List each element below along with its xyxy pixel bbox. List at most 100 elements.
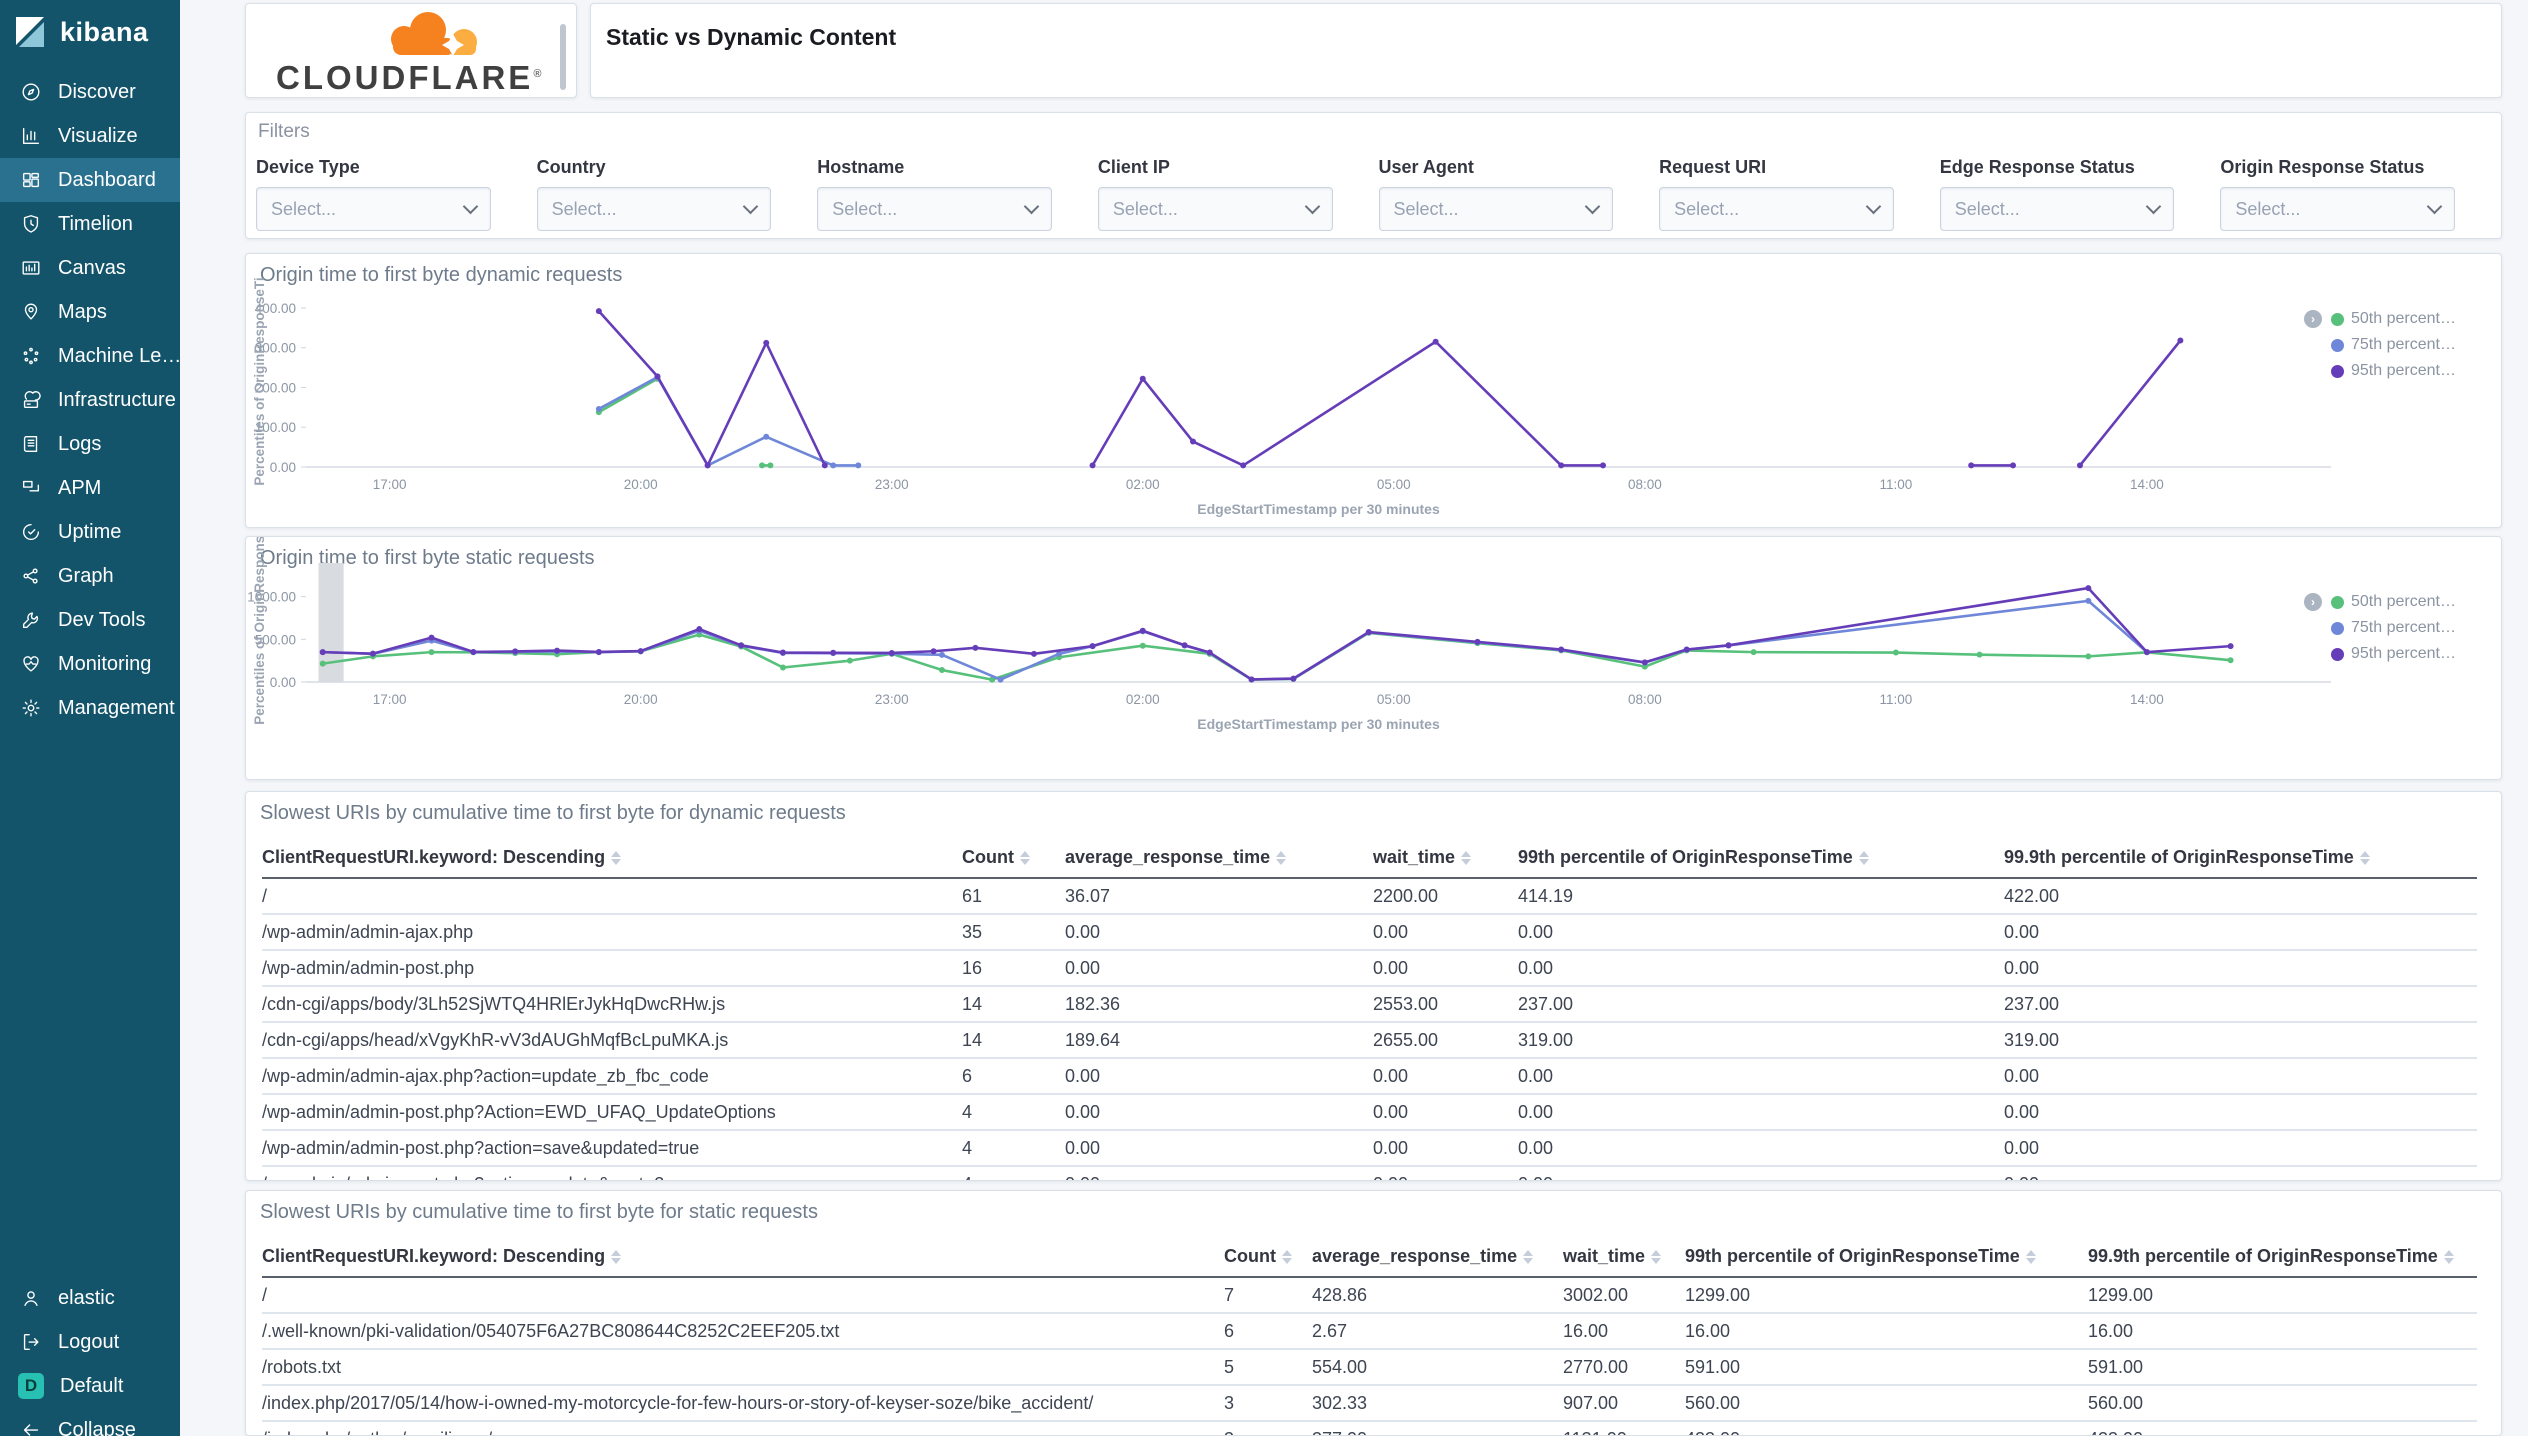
maps-icon <box>20 301 42 323</box>
filter-client-ip: Client IP Select... <box>1097 157 1333 231</box>
chevron-down-icon <box>1865 198 1882 215</box>
table-cell: 2655.00 <box>1373 1022 1518 1059</box>
legend-expand-icon[interactable]: › <box>2304 593 2322 611</box>
sidebar-item-graph[interactable]: Graph <box>0 554 180 598</box>
legend-item[interactable]: 95th percent… <box>2331 362 2489 380</box>
filter-select-hostname[interactable]: Select... <box>817 187 1052 231</box>
sidebar-item-logs[interactable]: Logs <box>0 422 180 466</box>
static-ttfb-chart-panel: 0.00 500.00 1000.00 17:00 20:00 23:00 02:00 05:… <box>245 536 2502 780</box>
filter-label: Request URI <box>1659 157 1767 177</box>
sidebar-item-dev-tools[interactable]: Dev Tools <box>0 598 180 642</box>
sidebar-item-label: Graph <box>58 564 114 587</box>
logout-icon <box>20 1331 42 1353</box>
table-cell: 591.00 <box>1685 1349 2088 1386</box>
panel-resize-handle[interactable] <box>560 24 566 90</box>
filter-select-client-ip[interactable]: Select... <box>1097 187 1333 231</box>
column-header[interactable]: Count <box>962 839 1065 879</box>
column-header-label: Count <box>962 847 1014 867</box>
sort-icon[interactable] <box>1276 851 1287 866</box>
column-header[interactable]: Count <box>1224 1238 1312 1278</box>
table-cell: 2.67 <box>1312 1313 1563 1350</box>
sidebar-item-machine-le[interactable]: Machine Le… <box>0 334 181 378</box>
filter-select-device-type[interactable]: Select... <box>256 187 491 231</box>
legend-item[interactable]: 95th percent… <box>2331 645 2489 663</box>
filter-select-origin-response-status[interactable]: Select... <box>2220 187 2455 231</box>
sidebar-item-discover[interactable]: Discover <box>0 70 180 114</box>
table-cell: 0.00 <box>2004 1166 2477 1180</box>
chevron-down-icon <box>462 198 478 215</box>
table-cell: 0.00 <box>1518 1094 2004 1131</box>
sort-icon[interactable] <box>611 851 622 866</box>
sort-icon[interactable] <box>2025 1250 2036 1265</box>
table-cell: 377.00 <box>1312 1421 1563 1435</box>
column-header-label: 99th percentile of OriginResponseTime <box>1518 847 1853 867</box>
monitoring-icon <box>20 653 42 675</box>
sidebar-item-label: Uptime <box>58 520 122 543</box>
filter-select-user-agent[interactable]: Select... <box>1378 187 1614 231</box>
sort-icon[interactable] <box>1523 1250 1534 1265</box>
sort-icon[interactable] <box>1281 1250 1292 1265</box>
sort-icon[interactable] <box>1651 1250 1662 1265</box>
column-header[interactable]: wait_time <box>1563 1238 1685 1278</box>
sidebar-item-uptime[interactable]: Uptime <box>0 510 180 554</box>
table-cell: / <box>262 1277 1224 1314</box>
sort-icon[interactable] <box>611 1250 622 1265</box>
column-header[interactable]: ClientRequestURI.keyword: Descending <box>262 1238 1224 1278</box>
registered-mark: ® <box>533 68 545 80</box>
svg-text:0.00: 0.00 <box>270 675 296 690</box>
legend-item[interactable]: 75th percent… <box>2331 619 2489 637</box>
sidebar-item-elastic[interactable]: elastic <box>0 1276 180 1320</box>
sidebar-item-visualize[interactable]: Visualize <box>0 114 180 158</box>
legend-color-dot <box>2331 595 2344 609</box>
column-header[interactable]: 99.9th percentile of OriginResponseTime <box>2004 839 2477 879</box>
column-header[interactable]: ClientRequestURI.keyword: Descending <box>262 839 962 879</box>
column-header[interactable]: average_response_time <box>1312 1238 1563 1278</box>
cloudflare-logo-panel: CLOUDFLARE® <box>245 3 577 98</box>
legend-label: 95th percent… <box>2351 362 2456 379</box>
table-row: /wp-admin/admin-post.php 16 0.00 0.00 0.00 0.… <box>262 950 2477 987</box>
table-row: /wp-admin/admin-post.php?action=save&upd… <box>262 1130 2477 1167</box>
visualize-icon <box>20 125 42 147</box>
sidebar-item-canvas[interactable]: Canvas <box>0 246 180 290</box>
legend-item[interactable]: › 50th percent… <box>2304 310 2489 328</box>
select-placeholder: Select... <box>551 198 617 219</box>
sidebar-item-collapse[interactable]: Collapse <box>0 1408 180 1436</box>
legend-item[interactable]: › 50th percent… <box>2304 593 2489 611</box>
sidebar-item-maps[interactable]: Maps <box>0 290 180 334</box>
column-header[interactable]: 99th percentile of OriginResponseTime <box>1685 1238 2088 1278</box>
chevron-down-icon <box>2146 198 2162 215</box>
sidebar-item-apm[interactable]: APM <box>0 466 180 510</box>
filter-select-edge-response-status[interactable]: Select... <box>1939 187 2175 231</box>
sidebar-item-timelion[interactable]: Timelion <box>0 202 180 246</box>
sidebar-item-logout[interactable]: Logout <box>0 1320 180 1364</box>
sidebar-item-dashboard[interactable]: Dashboard <box>0 158 180 202</box>
line-chart-0[interactable]: 0.00100.00200.00300.00400.0017:00 20:00 23… <box>246 254 2501 528</box>
sort-icon[interactable] <box>1858 851 1869 866</box>
column-header[interactable]: 99th percentile of OriginResponseTime <box>1518 839 2004 879</box>
legend-expand-icon[interactable]: › <box>2304 310 2322 328</box>
svg-text:02:00: 02:00 <box>1126 477 1160 492</box>
sidebar-item-management[interactable]: Management <box>0 686 180 730</box>
filter-select-country[interactable]: Select... <box>536 187 772 231</box>
sidebar-item-infrastructure[interactable]: Infrastructure <box>0 378 180 422</box>
svg-text:23:00: 23:00 <box>875 692 909 707</box>
line-chart-1[interactable]: 0.00500.001000.0017:00 20:00 23:00 02:00 05:… <box>246 537 2501 780</box>
table-cell: /wp-admin/admin-ajax.php <box>262 914 962 951</box>
table-cell: 4 <box>962 1166 1065 1180</box>
table-cell: 0.00 <box>1373 914 1518 951</box>
cloudflare-cloud-icon <box>391 12 477 56</box>
sort-icon[interactable] <box>2359 851 2370 866</box>
svg-text:0.00: 0.00 <box>270 460 296 475</box>
legend-item[interactable]: 75th percent… <box>2331 336 2489 354</box>
sort-icon[interactable] <box>1461 851 1472 866</box>
sort-icon[interactable] <box>1019 851 1030 866</box>
column-header[interactable]: average_response_time <box>1065 839 1373 879</box>
sidebar-item-monitoring[interactable]: Monitoring <box>0 642 180 686</box>
column-header[interactable]: 99.9th percentile of OriginResponseTime <box>2088 1238 2477 1278</box>
column-header[interactable]: wait_time <box>1373 839 1518 879</box>
table-cell: 6 <box>962 1058 1065 1095</box>
sort-icon[interactable] <box>2443 1250 2454 1265</box>
kibana-logo[interactable]: kibana <box>0 0 180 62</box>
sidebar-item-default[interactable]: D Default <box>0 1364 180 1408</box>
filter-select-request-uri[interactable]: Select... <box>1659 187 1894 231</box>
